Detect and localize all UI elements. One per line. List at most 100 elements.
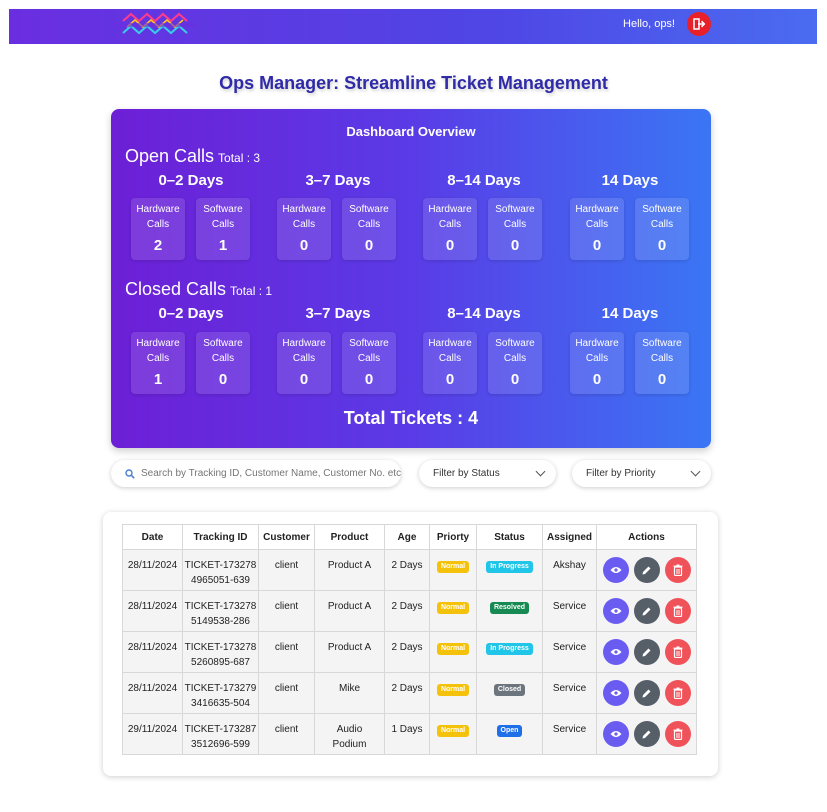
view-button[interactable]: [602, 598, 629, 624]
priority-cell: Normal: [429, 549, 477, 591]
date-cell: 28/11/2024: [122, 590, 183, 632]
status-filter-select[interactable]: Filter by Status: [419, 460, 556, 487]
trash-icon: [673, 564, 682, 576]
age-cell: 2 Days: [384, 549, 430, 591]
open-bucket-title: 0–2 Days: [158, 172, 224, 189]
tile-count: 0: [592, 237, 602, 254]
delete-button[interactable]: [664, 680, 691, 706]
delete-button[interactable]: [664, 598, 691, 624]
tracking-id-cell: TICKET-173278 4965051-639: [182, 549, 259, 591]
product-cell: Product A: [314, 631, 385, 673]
customer-cell: client: [258, 590, 315, 632]
age-text: 2 Days: [391, 683, 423, 694]
edit-button[interactable]: [633, 557, 660, 583]
priority-badge: Normal: [436, 561, 470, 573]
delete-button[interactable]: [664, 639, 691, 665]
status-cell: Closed: [476, 672, 543, 714]
customer-text: client: [274, 683, 299, 694]
tile-count: 0: [657, 371, 667, 388]
assigned-text: Service: [552, 601, 587, 612]
edit-button[interactable]: [633, 680, 660, 706]
tracking-id-part: 3512696-599: [191, 739, 250, 750]
chevron-down-icon: [535, 466, 546, 477]
eye-icon: [610, 608, 621, 614]
tile-count: 1: [153, 371, 163, 388]
view-button[interactable]: [602, 639, 629, 665]
trash-icon: [673, 687, 682, 699]
table-row: 29/11/2024 TICKET-173287 3512696-599 client…: [122, 713, 697, 755]
tracking-id-part: 5149538-286: [191, 616, 250, 627]
pencil-icon: [642, 648, 651, 656]
tracking-id-part: TICKET-173278: [184, 642, 257, 653]
status-badge: Resolved: [489, 602, 530, 614]
tile-count: 0: [299, 371, 309, 388]
priority-badge: Normal: [436, 725, 470, 737]
age-cell: 2 Days: [384, 631, 430, 673]
trash-icon: [673, 646, 682, 658]
closed-calls-heading: Closed Calls Total : 1: [125, 279, 272, 300]
closed-hardware-tile: Hardware Calls 0: [423, 332, 477, 394]
column-header: Assigned: [542, 524, 597, 550]
priority-filter-label: Filter by Priority: [586, 468, 656, 479]
closed-bucket-title: 0–2 Days: [158, 305, 224, 322]
age-text: 2 Days: [391, 560, 423, 571]
product-text: Product A: [327, 560, 372, 571]
actions-cell: [596, 549, 697, 591]
open-hardware-tile: Hardware Calls 0: [570, 198, 624, 260]
customer-text: client: [274, 724, 299, 735]
open-software-tile: Software Calls 0: [488, 198, 542, 260]
assigned-text: Service: [552, 683, 587, 694]
tracking-id-part: TICKET-173278: [184, 601, 257, 612]
search-icon: [125, 468, 135, 479]
table-row: 28/11/2024 TICKET-173278 4965051-639 client…: [122, 549, 697, 591]
open-software-tile: Software Calls 0: [342, 198, 396, 260]
view-button[interactable]: [602, 721, 629, 747]
column-header: Priorty: [429, 524, 477, 550]
search-input[interactable]: [141, 468, 401, 479]
priority-cell: Normal: [429, 672, 477, 714]
column-header: Customer: [258, 524, 315, 550]
product-text: Audio: [336, 724, 363, 735]
age-cell: 1 Days: [384, 713, 430, 755]
logout-button[interactable]: [687, 12, 711, 36]
status-badge: Closed: [493, 684, 526, 696]
table-row: 28/11/2024 TICKET-173278 5149538-286 client…: [122, 590, 697, 632]
tile-count: 0: [364, 371, 374, 388]
edit-button[interactable]: [633, 639, 660, 665]
priority-badge: Normal: [436, 602, 470, 614]
edit-button[interactable]: [633, 598, 660, 624]
product-text: Product A: [327, 601, 372, 612]
open-hardware-tile: Hardware Calls 0: [277, 198, 331, 260]
closed-software-tile: Software Calls 0: [488, 332, 542, 394]
view-button[interactable]: [602, 680, 629, 706]
tracking-id-part: TICKET-173287: [184, 724, 257, 735]
pencil-icon: [642, 566, 651, 574]
product-text: Podium: [332, 739, 367, 750]
dashboard-overview: Dashboard Overview Open Calls Total : 3 0…: [111, 109, 711, 448]
tile-count: 0: [218, 371, 228, 388]
search-box[interactable]: [111, 460, 401, 487]
trash-icon: [673, 728, 682, 740]
delete-button[interactable]: [664, 557, 691, 583]
assigned-cell: Service: [542, 590, 597, 632]
page-title: Ops Manager: Streamline Ticket Managemen…: [219, 73, 608, 93]
table-row: 28/11/2024 TICKET-173278 5260895-687 client…: [122, 631, 697, 673]
edit-button[interactable]: [633, 721, 660, 747]
status-cell: In Progress: [476, 549, 543, 591]
tile-count: 0: [657, 237, 667, 254]
tile-count: 0: [299, 237, 309, 254]
delete-button[interactable]: [664, 721, 691, 747]
view-button[interactable]: [602, 557, 629, 583]
closed-calls-label: Closed Calls: [125, 279, 227, 299]
chevron-down-icon: [690, 466, 701, 477]
customer-cell: client: [258, 549, 315, 591]
customer-cell: client: [258, 672, 315, 714]
product-text: Mike: [338, 683, 361, 694]
customer-text: client: [274, 601, 299, 612]
closed-bucket-title: 8–14 Days: [447, 305, 521, 322]
priority-filter-select[interactable]: Filter by Priority: [572, 460, 711, 487]
status-badge: In Progress: [486, 643, 533, 655]
closed-software-tile: Software Calls 0: [196, 332, 250, 394]
eye-icon: [610, 690, 621, 696]
tracking-id-cell: TICKET-173278 5260895-687: [182, 631, 259, 673]
